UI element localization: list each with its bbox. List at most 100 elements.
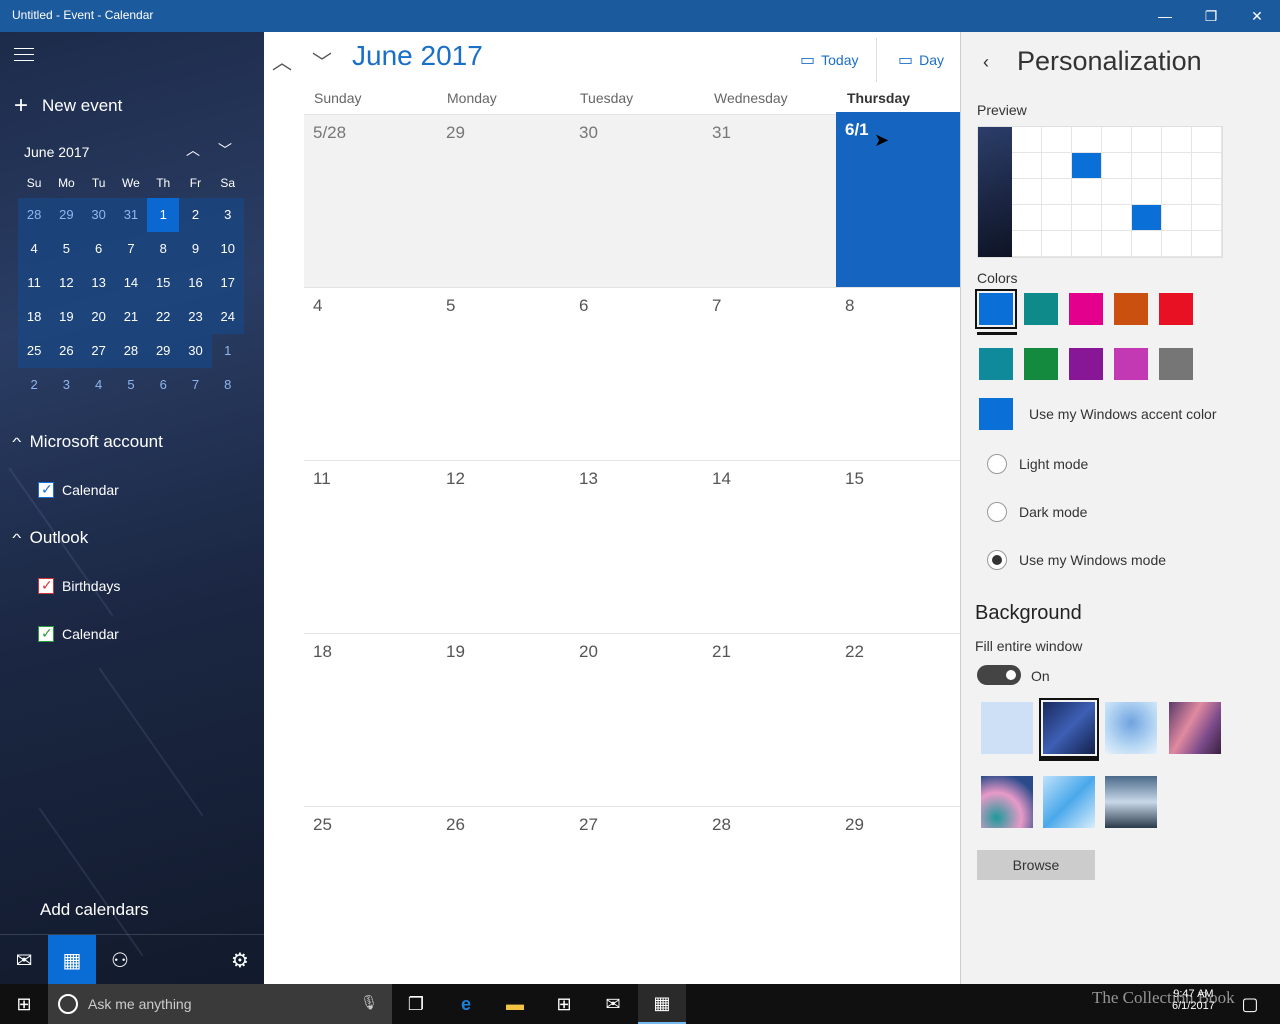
color-swatch[interactable]	[1069, 348, 1103, 380]
month-title[interactable]: June 2017	[352, 40, 483, 72]
calendar-day-cell[interactable]: 28	[703, 807, 836, 979]
calendar-toggle-birthdays[interactable]: Birthdays	[38, 577, 120, 594]
mini-calendar-day[interactable]: 4	[83, 368, 115, 402]
mini-calendar-prev-icon[interactable]: ︿	[186, 140, 200, 160]
calendar-day-cell[interactable]: 31	[703, 115, 836, 287]
calendar-day-cell[interactable]: 4	[304, 288, 437, 460]
next-month-icon[interactable]: ﹀	[312, 46, 332, 75]
mini-calendar-month[interactable]: June 2017	[24, 144, 89, 160]
color-swatch[interactable]	[1024, 293, 1058, 325]
mini-calendar-day[interactable]: 19	[50, 300, 83, 334]
mini-calendar-day[interactable]: 8	[147, 232, 180, 266]
mini-calendar-day[interactable]: 29	[50, 198, 83, 232]
mini-calendar-day[interactable]: 3	[211, 198, 244, 232]
previous-month-icon[interactable]: ︿	[272, 46, 292, 75]
mini-calendar-day[interactable]: 1	[212, 334, 244, 368]
mini-calendar-day[interactable]: 10	[211, 232, 244, 266]
background-thumb-polygons[interactable]	[1043, 776, 1095, 828]
minimize-button[interactable]: —	[1142, 0, 1188, 32]
background-thumb-plain[interactable]	[981, 702, 1033, 754]
calendar-day-cell[interactable]: 8	[836, 288, 960, 460]
calendar-day-cell[interactable]: 6/1	[836, 112, 960, 287]
color-swatch[interactable]	[1069, 293, 1103, 325]
account-microsoft[interactable]: ^ Microsoft account	[12, 432, 163, 452]
mini-calendar-day[interactable]: 30	[179, 334, 212, 368]
checkbox[interactable]	[38, 481, 54, 498]
calendar-day-cell[interactable]: 6	[570, 288, 703, 460]
mini-calendar-day[interactable]: 5	[50, 232, 83, 266]
calendar-toggle-outlook-calendar[interactable]: Calendar	[38, 625, 119, 642]
mini-calendar-day[interactable]: 13	[82, 266, 115, 300]
checkbox[interactable]	[38, 577, 54, 594]
calendar-icon[interactable]: ▦	[48, 935, 96, 984]
color-swatch[interactable]	[1024, 348, 1058, 380]
mini-calendar-day[interactable]: 9	[179, 232, 212, 266]
action-center-icon[interactable]: ▢	[1230, 984, 1270, 1024]
background-thumb-lake[interactable]	[1105, 776, 1157, 828]
mini-calendar-day[interactable]: 28	[18, 198, 51, 232]
calendar-day-cell[interactable]: 29	[836, 807, 960, 979]
mini-calendar-day[interactable]: 25	[18, 334, 51, 368]
mini-calendar-day[interactable]: 23	[179, 300, 212, 334]
day-view-button[interactable]: ▭ Day	[898, 50, 944, 70]
mini-calendar-day[interactable]: 15	[147, 266, 180, 300]
calendar-day-cell[interactable]: 14	[703, 461, 836, 633]
color-swatch[interactable]	[1159, 293, 1193, 325]
mini-calendar-day[interactable]: 3	[50, 368, 82, 402]
store-icon[interactable]: ⊞	[540, 984, 588, 1024]
new-event-button[interactable]: + New event	[14, 92, 122, 120]
mini-calendar-day[interactable]: 4	[18, 232, 51, 266]
light-mode-label[interactable]: Light mode	[1019, 456, 1088, 472]
calendar-day-cell[interactable]: 13	[570, 461, 703, 633]
mini-calendar-day[interactable]: 11	[18, 266, 51, 300]
calendar-day-cell[interactable]: 18	[304, 634, 437, 806]
file-explorer-icon[interactable]: ▬	[491, 984, 539, 1024]
add-calendars-link[interactable]: Add calendars	[40, 900, 149, 920]
color-swatch[interactable]	[1114, 293, 1148, 325]
mini-calendar-day[interactable]: 14	[114, 266, 148, 300]
mini-calendar-day[interactable]: 20	[82, 300, 115, 334]
mini-calendar-day[interactable]: 12	[50, 266, 83, 300]
mini-calendar-day[interactable]: 22	[147, 300, 180, 334]
checkbox[interactable]	[38, 625, 54, 642]
mini-calendar-day[interactable]: 17	[211, 266, 244, 300]
background-thumb-bubbles[interactable]	[981, 776, 1033, 828]
calendar-day-cell[interactable]: 15	[836, 461, 960, 633]
gear-icon[interactable]: ⚙	[216, 935, 264, 984]
close-button[interactable]: ✕	[1234, 0, 1280, 32]
accent-color-swatch[interactable]	[979, 398, 1013, 430]
mini-calendar-day[interactable]: 28	[114, 334, 148, 368]
mini-calendar-day[interactable]: 16	[179, 266, 212, 300]
calendar-day-cell[interactable]: 12	[437, 461, 570, 633]
dark-mode-radio[interactable]	[987, 502, 1007, 522]
mini-calendar-day[interactable]: 31	[114, 198, 148, 232]
calendar-day-cell[interactable]: 19	[437, 634, 570, 806]
mini-calendar-next-icon[interactable]: ﹀	[218, 140, 232, 160]
accent-color-option[interactable]: Use my Windows accent color	[1029, 406, 1217, 422]
mini-calendar-day[interactable]: 7	[179, 368, 211, 402]
background-thumb-streaks[interactable]	[1039, 698, 1099, 758]
calendar-toggle-microsoft-calendar[interactable]: Calendar	[38, 481, 119, 498]
cortana-search-box[interactable]: Ask me anything 🎙	[48, 984, 392, 1024]
mini-calendar-day[interactable]: 27	[82, 334, 115, 368]
mini-calendar-day[interactable]: 24	[211, 300, 244, 334]
mini-calendar-day[interactable]: 30	[82, 198, 115, 232]
calendar-app-icon[interactable]: ▦	[638, 984, 686, 1024]
calendar-day-cell[interactable]: 21	[703, 634, 836, 806]
calendar-day-cell[interactable]: 20	[570, 634, 703, 806]
hamburger-menu-icon[interactable]	[14, 48, 34, 64]
background-thumb-canyon[interactable]	[1169, 702, 1221, 754]
mini-calendar-day[interactable]: 26	[50, 334, 83, 368]
calendar-day-cell[interactable]: 30	[570, 115, 703, 287]
browse-button[interactable]: Browse	[977, 850, 1095, 880]
maximize-button[interactable]: ❐	[1188, 0, 1234, 32]
mini-calendar-day[interactable]: 6	[82, 232, 115, 266]
mini-calendar-day[interactable]: 6	[147, 368, 179, 402]
calendar-day-cell[interactable]: 26	[437, 807, 570, 979]
mini-calendar-day[interactable]: 8	[212, 368, 244, 402]
fill-window-toggle[interactable]	[977, 665, 1021, 685]
mini-calendar-day[interactable]: 29	[147, 334, 180, 368]
light-mode-radio[interactable]	[987, 454, 1007, 474]
color-swatch[interactable]	[1159, 348, 1193, 380]
windows-start-icon[interactable]: ⊞	[0, 984, 48, 1024]
